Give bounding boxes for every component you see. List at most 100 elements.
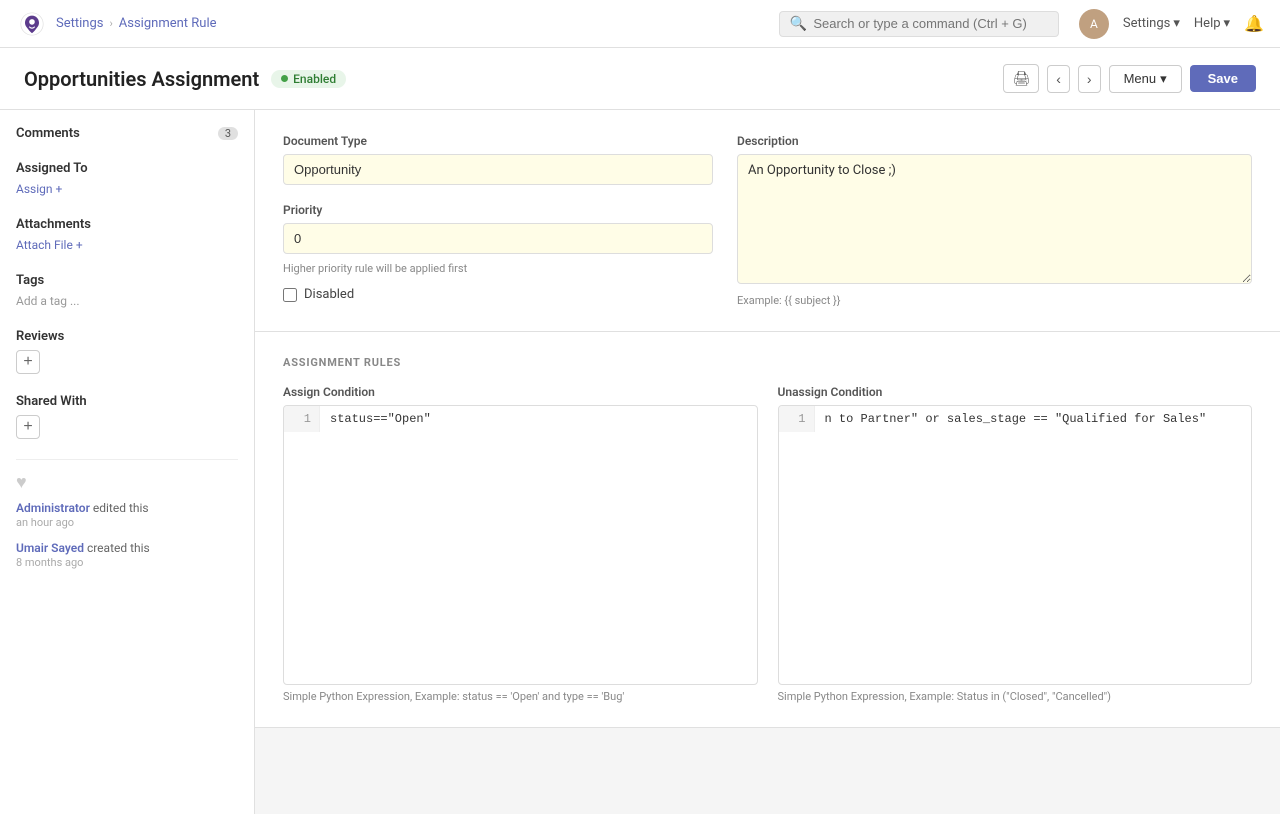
activity-item-0: Administrator edited this an hour ago bbox=[16, 501, 238, 529]
main-content: Document Type Priority Higher priority r… bbox=[255, 110, 1280, 814]
save-button[interactable]: Save bbox=[1190, 65, 1256, 92]
assign-condition-label: Assign Condition bbox=[283, 385, 758, 399]
sidebar-reviews-header: Reviews bbox=[16, 329, 238, 344]
document-type-label: Document Type bbox=[283, 134, 713, 148]
sidebar-comments-header: Comments 3 bbox=[16, 126, 238, 141]
sidebar-shared-header: Shared With bbox=[16, 394, 238, 409]
top-nav: Settings › Assignment Rule 🔍 A Settings … bbox=[0, 0, 1280, 48]
like-button[interactable]: ♥ bbox=[16, 472, 238, 493]
description-label: Description bbox=[737, 134, 1252, 148]
assign-condition-editor[interactable]: 1 status=="Open" bbox=[283, 405, 758, 685]
search-icon: 🔍 bbox=[790, 16, 807, 32]
disabled-label: Disabled bbox=[304, 287, 354, 302]
chevron-right-icon: › bbox=[1087, 71, 1092, 87]
priority-input[interactable] bbox=[283, 223, 713, 254]
priority-label: Priority bbox=[283, 203, 713, 217]
plus-icon: + bbox=[56, 182, 63, 196]
page-header-actions: 🖨 ‹ › Menu ▾ Save bbox=[1003, 64, 1256, 93]
print-icon: 🖨 bbox=[1012, 70, 1030, 87]
chevron-left-icon: ‹ bbox=[1056, 71, 1061, 87]
unassign-code-content: n to Partner" or sales_stage == "Qualifi… bbox=[815, 406, 1252, 432]
status-label: Enabled bbox=[293, 72, 336, 86]
description-group: Description An Opportunity to Close ;) E… bbox=[737, 134, 1252, 307]
sidebar-assigned-header: Assigned To bbox=[16, 161, 238, 176]
assign-condition-group: Assign Condition 1 status=="Open" Simple… bbox=[283, 385, 758, 703]
main-layout: Comments 3 Assigned To Assign + Attachme… bbox=[0, 110, 1280, 814]
activity-item-1: Umair Sayed created this 8 months ago bbox=[16, 541, 238, 569]
assign-condition-hint: Simple Python Expression, Example: statu… bbox=[283, 690, 758, 703]
disabled-checkbox-row: Disabled bbox=[283, 287, 713, 302]
avatar[interactable]: A bbox=[1079, 9, 1109, 39]
add-tag-link[interactable]: Add a tag ... bbox=[16, 294, 80, 308]
sidebar-tags-section: Tags Add a tag ... bbox=[16, 273, 238, 309]
search-input[interactable] bbox=[813, 16, 1048, 31]
attachments-title: Attachments bbox=[16, 217, 91, 232]
attach-file-link[interactable]: Attach File + bbox=[16, 238, 83, 252]
sidebar-tags-header: Tags bbox=[16, 273, 238, 288]
attach-plus-icon: + bbox=[76, 238, 83, 252]
description-textarea[interactable]: An Opportunity to Close ;) bbox=[737, 154, 1252, 284]
sidebar-assigned-section: Assigned To Assign + bbox=[16, 161, 238, 197]
line-num-1: 1 bbox=[284, 406, 320, 432]
add-review-button[interactable]: + bbox=[16, 350, 40, 374]
sidebar-comments-section: Comments 3 bbox=[16, 126, 238, 141]
add-shared-button[interactable]: + bbox=[16, 415, 40, 439]
activity-user-1: Umair Sayed bbox=[16, 541, 84, 555]
form-card: Document Type Priority Higher priority r… bbox=[255, 110, 1280, 332]
menu-label: Menu bbox=[1124, 71, 1157, 86]
menu-button[interactable]: Menu ▾ bbox=[1109, 65, 1182, 93]
page-title: Opportunities Assignment bbox=[24, 67, 259, 91]
sidebar-comments-title: Comments bbox=[16, 126, 80, 141]
sidebar-reviews-section: Reviews + bbox=[16, 329, 238, 374]
priority-hint: Higher priority rule will be applied fir… bbox=[283, 262, 713, 275]
sidebar-shared-section: Shared With + bbox=[16, 394, 238, 439]
page-header: Opportunities Assignment Enabled 🖨 ‹ › M… bbox=[0, 48, 1280, 110]
breadcrumb: Settings › Assignment Rule bbox=[56, 16, 217, 31]
comments-count-badge: 3 bbox=[218, 127, 238, 140]
status-badge: Enabled bbox=[271, 70, 346, 88]
tags-title: Tags bbox=[16, 273, 44, 288]
notifications-bell[interactable]: 🔔 bbox=[1244, 14, 1264, 33]
status-dot bbox=[281, 75, 288, 82]
sidebar-divider bbox=[16, 459, 238, 460]
assignment-rules-card: ASSIGNMENT RULES Assign Condition 1 stat… bbox=[255, 332, 1280, 728]
prev-button[interactable]: ‹ bbox=[1047, 65, 1070, 93]
print-button[interactable]: 🖨 bbox=[1003, 64, 1039, 93]
next-button[interactable]: › bbox=[1078, 65, 1101, 93]
document-type-input[interactable] bbox=[283, 154, 713, 185]
sidebar-attachments-section: Attachments Attach File + bbox=[16, 217, 238, 253]
breadcrumb-assignment-rule[interactable]: Assignment Rule bbox=[119, 16, 217, 31]
settings-nav-link[interactable]: Settings ▾ bbox=[1123, 16, 1180, 31]
description-example: Example: {{ subject }} bbox=[737, 294, 1252, 307]
search-bar: 🔍 bbox=[779, 11, 1059, 37]
disabled-checkbox[interactable] bbox=[283, 288, 297, 302]
nav-right: A Settings ▾ Help ▾ 🔔 bbox=[1079, 9, 1264, 39]
activity-user-0: Administrator bbox=[16, 501, 90, 515]
unassign-condition-label: Unassign Condition bbox=[778, 385, 1253, 399]
assign-code-line-1: 1 status=="Open" bbox=[284, 406, 757, 432]
help-nav-link[interactable]: Help ▾ bbox=[1194, 16, 1230, 31]
unassign-condition-editor[interactable]: 1 n to Partner" or sales_stage == "Quali… bbox=[778, 405, 1253, 685]
activity-time-0: an hour ago bbox=[16, 516, 238, 529]
app-logo[interactable] bbox=[16, 8, 48, 40]
shared-with-title: Shared With bbox=[16, 394, 87, 409]
unassign-condition-hint: Simple Python Expression, Example: Statu… bbox=[778, 690, 1253, 703]
sidebar: Comments 3 Assigned To Assign + Attachme… bbox=[0, 110, 255, 814]
unassign-condition-group: Unassign Condition 1 n to Partner" or sa… bbox=[778, 385, 1253, 703]
assigned-to-title: Assigned To bbox=[16, 161, 88, 176]
activity-action-1: created this bbox=[87, 541, 150, 555]
breadcrumb-settings[interactable]: Settings bbox=[56, 16, 103, 31]
form-row-top: Document Type Priority Higher priority r… bbox=[283, 134, 1252, 307]
assignment-rules-title: ASSIGNMENT RULES bbox=[283, 356, 1252, 369]
sidebar-activity: Administrator edited this an hour ago Um… bbox=[16, 501, 238, 569]
reviews-title: Reviews bbox=[16, 329, 64, 344]
breadcrumb-chevron-1: › bbox=[109, 17, 112, 30]
sidebar-attachments-header: Attachments bbox=[16, 217, 238, 232]
activity-action-0: edited this bbox=[93, 501, 149, 515]
conditions-row: Assign Condition 1 status=="Open" Simple… bbox=[283, 385, 1252, 703]
unassign-line-num-1: 1 bbox=[779, 406, 815, 432]
document-type-group: Document Type Priority Higher priority r… bbox=[283, 134, 713, 307]
assign-link[interactable]: Assign + bbox=[16, 182, 62, 196]
assign-code-content: status=="Open" bbox=[320, 406, 757, 432]
activity-time-1: 8 months ago bbox=[16, 556, 238, 569]
